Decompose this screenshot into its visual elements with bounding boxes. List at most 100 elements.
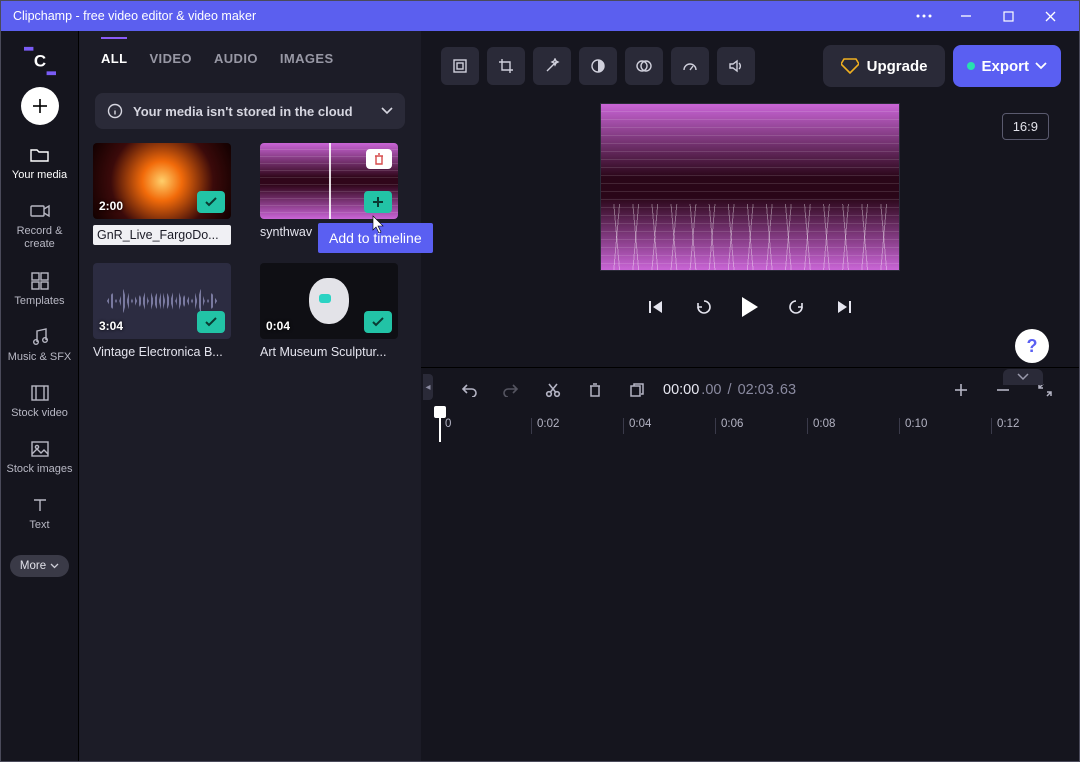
check-icon [204, 196, 218, 208]
timeline: ◂ 00:00.00 / 02:03.63 [421, 367, 1079, 761]
nav-label: Stock video [11, 407, 68, 419]
image-icon [29, 439, 51, 459]
folder-icon [29, 145, 51, 165]
help-button[interactable]: ? [1015, 329, 1049, 363]
media-thumbnail[interactable] [260, 143, 398, 219]
diamond-icon [841, 58, 859, 74]
nav-stock-images[interactable]: Stock images [1, 435, 78, 489]
media-tabs: ALL VIDEO AUDIO IMAGES [91, 41, 409, 87]
svg-text:C: C [33, 52, 45, 71]
skip-end-button[interactable] [834, 297, 854, 317]
media-duration: 0:04 [266, 319, 290, 333]
media-name: GnR_Live_FargoDo... [93, 225, 231, 245]
nav-label: Text [29, 519, 49, 531]
nav-text[interactable]: Text [1, 491, 78, 545]
panel-collapse-handle[interactable]: ◂ [421, 368, 435, 442]
kebab-menu-button[interactable] [903, 1, 945, 31]
storage-notice-bar[interactable]: Your media isn't stored in the cloud [95, 93, 405, 129]
media-item: 0:04 Art Museum Sculptur... [260, 263, 407, 359]
nav-label: Templates [14, 295, 64, 307]
ruler-mark: 0:04 [623, 418, 651, 434]
media-name: Art Museum Sculptur... [260, 345, 398, 359]
collapse-preview-button[interactable] [1003, 369, 1043, 385]
crop-tool-button[interactable] [487, 47, 525, 85]
timecode-total: 02:03 [738, 382, 774, 398]
zoom-in-button[interactable] [941, 373, 981, 407]
aspect-ratio-button[interactable]: 16:9 [1002, 113, 1049, 140]
timeline-toolbar: 00:00.00 / 02:03.63 [435, 368, 1079, 412]
nav-label: Stock images [6, 463, 72, 475]
delete-media-button[interactable] [366, 149, 392, 169]
preview-area: 16:9 ? [421, 101, 1079, 367]
storage-notice-text: Your media isn't stored in the cloud [133, 104, 353, 119]
chevron-down-icon [50, 563, 59, 569]
delete-clip-button[interactable] [575, 373, 615, 407]
rewind-button[interactable] [694, 297, 714, 317]
media-thumbnail[interactable]: 3:04 [93, 263, 231, 339]
tab-all[interactable]: ALL [101, 51, 127, 72]
skip-start-button[interactable] [646, 297, 666, 317]
add-to-timeline-button[interactable] [364, 191, 392, 213]
contrast-tool-button[interactable] [579, 47, 617, 85]
editor-toolbar: Upgrade Export [421, 31, 1079, 101]
text-icon [29, 495, 51, 515]
camera-icon [29, 201, 51, 221]
music-icon [29, 327, 51, 347]
chevron-down-icon [381, 107, 393, 115]
media-duration: 3:04 [99, 319, 123, 333]
video-preview[interactable] [600, 103, 900, 271]
media-item: 2:00 GnR_Live_FargoDo... [93, 143, 240, 245]
nav-more-button[interactable]: More [10, 555, 69, 577]
window-title: Clipchamp - free video editor & video ma… [9, 9, 903, 23]
export-button[interactable]: Export [953, 45, 1061, 87]
duplicate-button[interactable] [617, 373, 657, 407]
split-button[interactable] [533, 373, 573, 407]
play-button[interactable] [742, 297, 758, 317]
timeline-ruler[interactable]: 0 0:02 0:04 0:06 0:08 0:10 0:12 [435, 412, 1079, 442]
tab-video[interactable]: VIDEO [149, 51, 191, 72]
close-button[interactable] [1029, 1, 1071, 31]
layout-tool-button[interactable] [441, 47, 479, 85]
nav-templates[interactable]: Templates [1, 267, 78, 321]
redo-button[interactable] [491, 373, 531, 407]
media-item: synthwav Add to timeline [260, 143, 407, 245]
media-item: 3:04 Vintage Electronica B... [93, 263, 240, 359]
timecode-current-sub: .00 [701, 382, 721, 398]
minimize-button[interactable] [945, 1, 987, 31]
nav-stock-video[interactable]: Stock video [1, 379, 78, 433]
maximize-button[interactable] [987, 1, 1029, 31]
nav-label: Record & create [1, 225, 78, 251]
speed-tool-button[interactable] [671, 47, 709, 85]
media-thumbnail[interactable]: 0:04 [260, 263, 398, 339]
filter-tool-button[interactable] [625, 47, 663, 85]
add-to-timeline-button[interactable] [364, 311, 392, 333]
add-media-button[interactable] [21, 87, 59, 125]
cursor-icon [372, 215, 386, 233]
forward-button[interactable] [786, 297, 806, 317]
volume-tool-button[interactable] [717, 47, 755, 85]
magic-tool-button[interactable] [533, 47, 571, 85]
templates-icon [29, 271, 51, 291]
timecode-display: 00:00.00 / 02:03.63 [663, 382, 796, 398]
upgrade-label: Upgrade [867, 58, 928, 75]
add-to-timeline-button[interactable] [197, 191, 225, 213]
nav-music-sfx[interactable]: Music & SFX [1, 323, 78, 377]
media-thumbnail[interactable]: 2:00 [93, 143, 231, 219]
ruler-mark: 0:12 [991, 418, 1019, 434]
transport-controls [646, 297, 854, 317]
playhead[interactable] [439, 412, 441, 442]
nav-record-create[interactable]: Record & create [1, 197, 78, 265]
timecode-current: 00:00 [663, 382, 699, 398]
timecode-total-sub: .63 [776, 382, 796, 398]
export-label: Export [981, 58, 1029, 75]
tab-images[interactable]: IMAGES [280, 51, 334, 72]
undo-button[interactable] [449, 373, 489, 407]
nav-your-media[interactable]: Your media [1, 141, 78, 195]
film-icon [29, 383, 51, 403]
add-to-timeline-button[interactable] [197, 311, 225, 333]
media-duration: 2:00 [99, 199, 123, 213]
upgrade-button[interactable]: Upgrade [823, 45, 946, 87]
tab-audio[interactable]: AUDIO [214, 51, 258, 72]
media-panel: ALL VIDEO AUDIO IMAGES Your media isn't … [79, 31, 421, 761]
nav-rail: C Your media Record & create Templates M… [1, 31, 79, 761]
